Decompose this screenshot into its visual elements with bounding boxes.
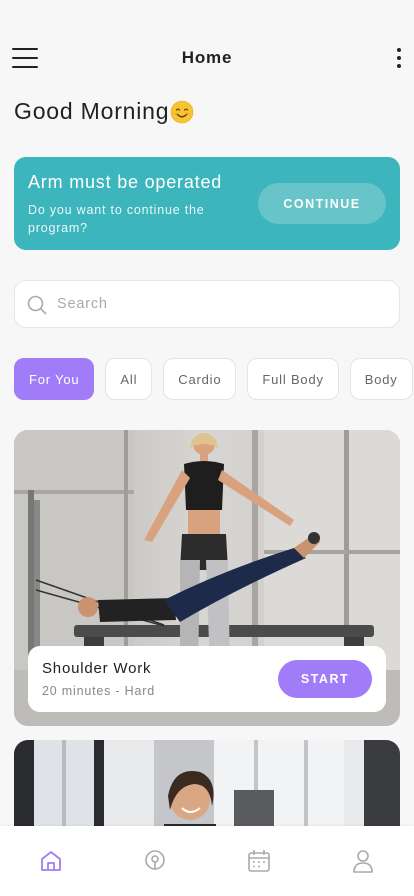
continue-button[interactable]: CONTINUE xyxy=(258,183,386,224)
greeting: Good Morning xyxy=(14,98,194,125)
search-icon xyxy=(27,295,47,315)
search-bar xyxy=(14,280,400,328)
more-options-icon[interactable] xyxy=(396,48,402,68)
category-chip-body[interactable]: Body xyxy=(349,358,413,400)
workout-meta: 20 minutes - Hard xyxy=(42,684,155,698)
banner-title: Arm must be operated xyxy=(28,172,223,192)
top-app-bar: Home xyxy=(0,40,414,76)
gym-woman-smiling-photo xyxy=(14,740,400,840)
category-chip-for-you[interactable]: For You xyxy=(14,358,95,400)
workout-card[interactable]: Shoulder Work 20 minutes - Hard START xyxy=(14,430,400,726)
smiling-face-emoji-icon xyxy=(171,100,194,123)
location-pin-icon[interactable] xyxy=(142,848,168,874)
category-filter-bar: For You All Cardio Full Body Body xyxy=(14,358,414,400)
banner-subtitle: Do you want to continue the program? xyxy=(28,203,205,235)
workout-info-panel: Shoulder Work 20 minutes - Hard START xyxy=(28,646,386,712)
bottom-navigation-bar xyxy=(0,826,414,896)
continue-program-banner: Arm must be operated Do you want to cont… xyxy=(14,157,400,250)
category-chip-all[interactable]: All xyxy=(105,358,153,400)
category-chip-full-body[interactable]: Full Body xyxy=(247,358,339,400)
greeting-text: Good Morning xyxy=(14,98,170,124)
category-chip-cardio[interactable]: Cardio xyxy=(163,358,237,400)
home-icon[interactable] xyxy=(38,848,64,874)
search-input[interactable] xyxy=(57,281,387,327)
workout-card[interactable] xyxy=(14,740,400,840)
calendar-icon[interactable] xyxy=(246,848,272,874)
start-button[interactable]: START xyxy=(278,660,372,698)
profile-icon[interactable] xyxy=(350,848,376,874)
page-title: Home xyxy=(181,48,233,67)
workout-title: Shoulder Work xyxy=(42,660,152,677)
